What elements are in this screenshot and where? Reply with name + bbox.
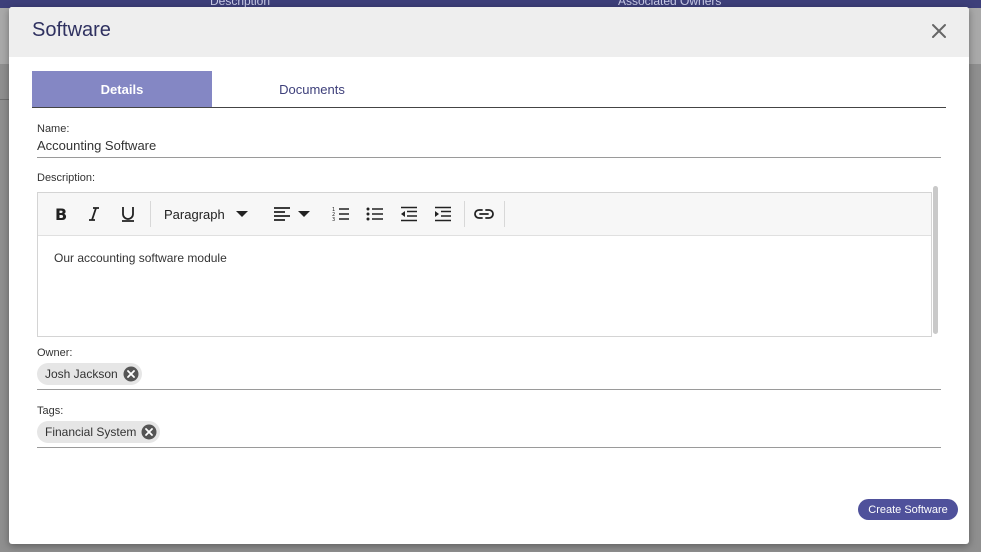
svg-text:B: B [55, 205, 67, 223]
underline-icon [122, 207, 134, 222]
modal-header: Software [9, 7, 969, 57]
tags-underline [37, 447, 941, 448]
tag-chip-label: Financial System [45, 425, 137, 439]
owner-chip-label: Josh Jackson [45, 367, 118, 381]
remove-chip-icon[interactable] [123, 366, 139, 382]
close-icon [932, 24, 946, 38]
name-underline [37, 157, 941, 158]
link-icon [474, 209, 494, 219]
numbered-list-icon: 1 2 3 [332, 207, 349, 222]
numbered-list-button[interactable]: 1 2 3 [328, 202, 354, 226]
align-left-icon [274, 207, 290, 221]
block-format-dropdown[interactable]: Paragraph [160, 202, 256, 226]
description-content[interactable]: Our accounting software module [54, 251, 227, 265]
description-label: Description: [37, 172, 96, 184]
modal-title: Software [32, 19, 111, 41]
toolbar-separator [464, 201, 465, 227]
create-software-button[interactable]: Create Software [858, 499, 958, 520]
bold-icon: B [55, 205, 67, 223]
toolbar-separator [504, 201, 505, 227]
italic-icon [89, 207, 99, 221]
tab-bar: Details Documents [32, 71, 946, 108]
name-label: Name: [37, 123, 70, 135]
block-format-value: Paragraph [164, 206, 225, 222]
chevron-down-icon [298, 211, 310, 217]
software-modal: Software Details Documents Name: Account… [9, 7, 969, 544]
owner-underline [37, 389, 941, 390]
outdent-button[interactable] [396, 202, 422, 226]
underline-button[interactable] [116, 202, 140, 226]
bulleted-list-icon [366, 207, 383, 221]
svg-text:3: 3 [332, 217, 335, 222]
editor-toolbar: B Paragraph 1 2 3 [38, 193, 931, 236]
name-input[interactable]: Accounting Software [37, 138, 156, 153]
toolbar-separator [150, 201, 151, 227]
scrollbar[interactable] [933, 186, 938, 334]
bulleted-list-button[interactable] [362, 202, 388, 226]
link-button[interactable] [471, 202, 497, 226]
indent-button[interactable] [430, 202, 456, 226]
bold-button[interactable]: B [48, 202, 72, 226]
description-editor[interactable]: B Paragraph 1 2 3 Our accounting softwar… [37, 192, 932, 337]
tag-chip: Financial System [37, 421, 161, 443]
chevron-down-icon [235, 211, 248, 217]
tab-details[interactable]: Details [32, 71, 212, 107]
italic-button[interactable] [82, 202, 106, 226]
outdent-icon [401, 206, 417, 222]
tags-label: Tags: [37, 405, 64, 417]
owner-chip: Josh Jackson [37, 363, 142, 385]
remove-chip-icon[interactable] [141, 424, 157, 440]
tab-documents[interactable]: Documents [222, 71, 402, 107]
align-dropdown[interactable] [270, 202, 314, 226]
owner-label: Owner: [37, 347, 73, 359]
close-button[interactable] [927, 19, 951, 43]
indent-icon [435, 206, 451, 222]
